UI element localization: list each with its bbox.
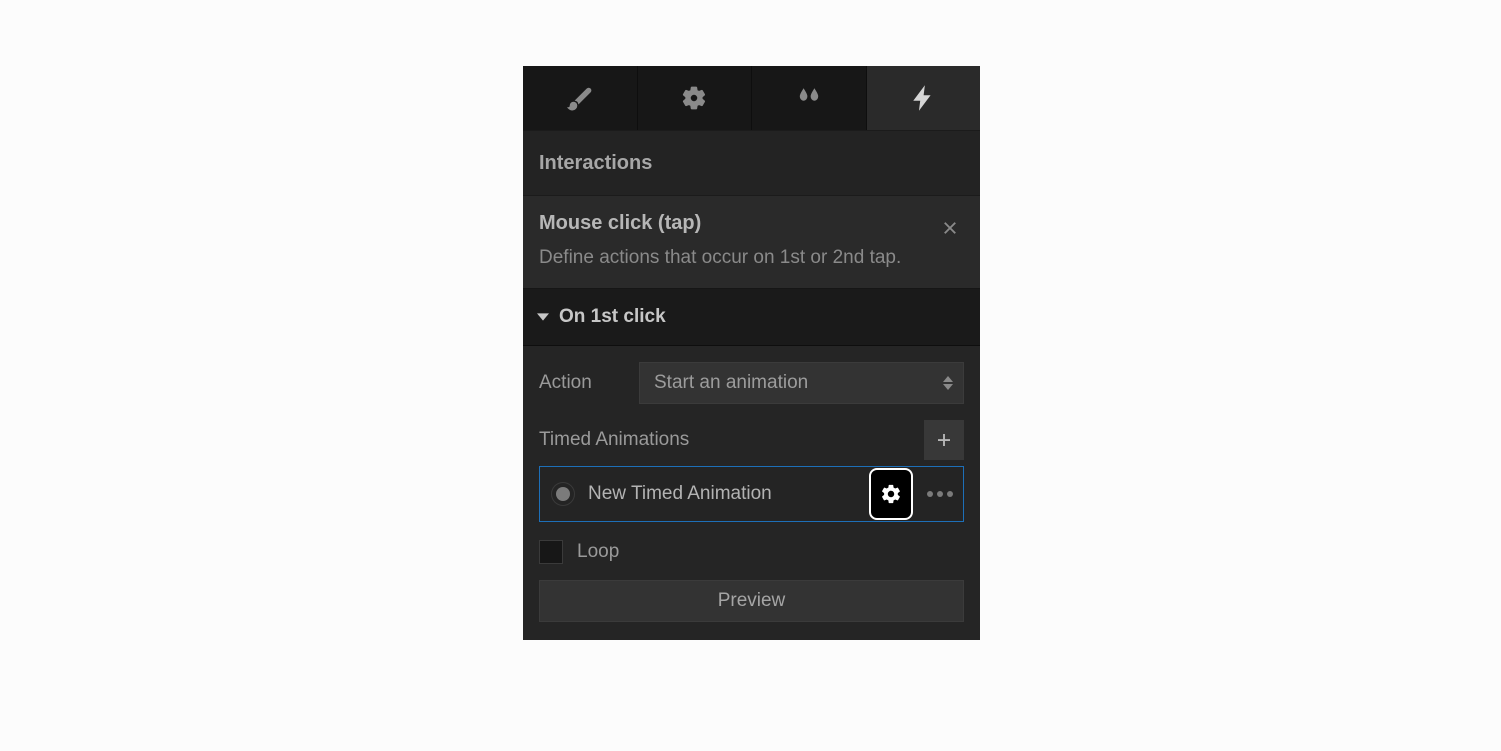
- section-title: Interactions: [523, 130, 980, 196]
- action-select-value: Start an animation: [654, 372, 808, 394]
- caret-down-icon: [537, 311, 549, 323]
- panel-tab-row: [523, 66, 980, 130]
- loop-checkbox[interactable]: [539, 540, 563, 564]
- trigger-title: Mouse click (tap): [539, 212, 964, 235]
- loop-label: Loop: [577, 541, 619, 563]
- on-first-click-header[interactable]: On 1st click: [523, 289, 980, 346]
- add-animation-button[interactable]: [924, 420, 964, 460]
- on-first-click-body: Action Start an animation Timed Animatio…: [523, 346, 980, 640]
- trigger-description: Define actions that occur on 1st or 2nd …: [539, 243, 964, 272]
- dot-icon: [937, 491, 943, 497]
- radio-indicator: [556, 487, 570, 501]
- plus-icon: [935, 431, 953, 449]
- tab-interactions[interactable]: [867, 66, 981, 130]
- brush-icon: [567, 85, 593, 111]
- droplet-icon: [796, 85, 822, 111]
- tab-settings[interactable]: [638, 66, 753, 130]
- tab-style[interactable]: [523, 66, 638, 130]
- preview-label: Preview: [718, 590, 786, 612]
- timed-animations-label: Timed Animations: [539, 429, 689, 451]
- action-select[interactable]: Start an animation: [639, 362, 964, 404]
- animation-more-button[interactable]: [927, 491, 953, 497]
- tab-effects[interactable]: [752, 66, 867, 130]
- gear-icon: [681, 85, 707, 111]
- collapse-label: On 1st click: [559, 306, 666, 328]
- lightning-icon: [910, 85, 936, 111]
- remove-trigger-button[interactable]: [930, 208, 970, 248]
- close-icon: [941, 219, 959, 237]
- section-title-text: Interactions: [539, 152, 652, 175]
- trigger-block: Mouse click (tap) Define actions that oc…: [523, 196, 980, 289]
- timed-animation-item[interactable]: New Timed Animation: [539, 466, 964, 522]
- select-arrows-icon: [943, 376, 953, 390]
- edit-animation-button[interactable]: [869, 468, 913, 520]
- timed-animations-header: Timed Animations: [539, 420, 964, 460]
- action-label: Action: [539, 372, 639, 394]
- gear-icon: [880, 483, 902, 505]
- loop-row: Loop: [539, 540, 964, 564]
- action-row: Action Start an animation: [539, 362, 964, 404]
- dot-icon: [947, 491, 953, 497]
- preview-button[interactable]: Preview: [539, 580, 964, 622]
- dot-icon: [927, 491, 933, 497]
- interactions-panel: Interactions Mouse click (tap) Define ac…: [523, 66, 980, 640]
